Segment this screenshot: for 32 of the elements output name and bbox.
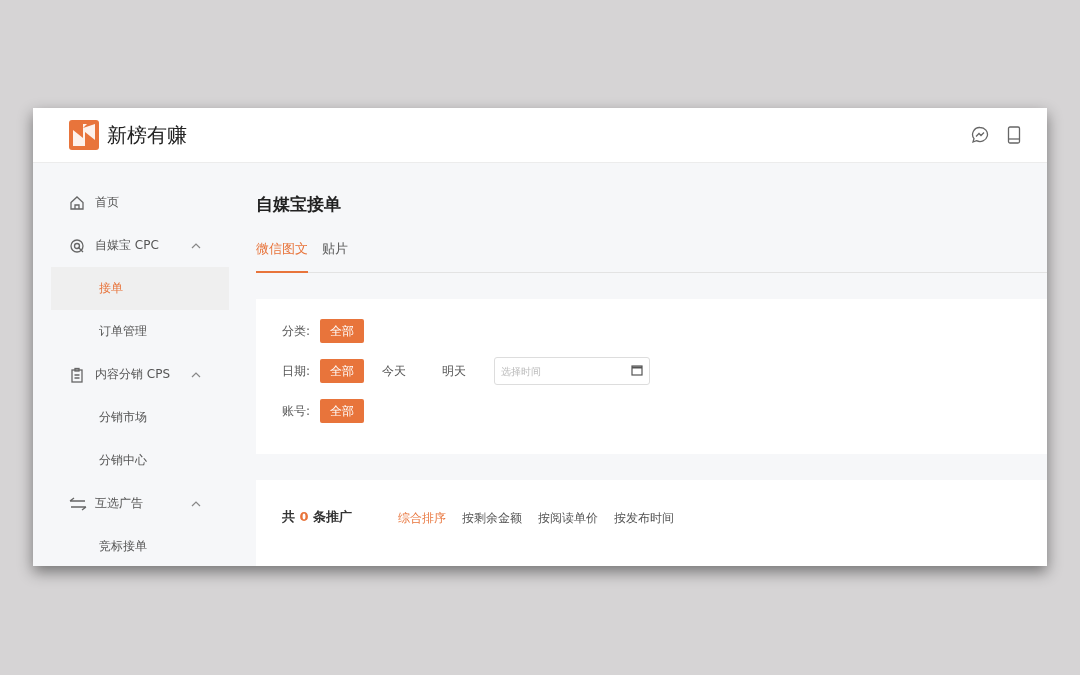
nav-subitem[interactable]: 分销市场: [51, 396, 229, 439]
filter-option[interactable]: 明天: [432, 359, 476, 383]
calendar-icon: [631, 365, 643, 376]
filter-label: 日期:: [282, 362, 312, 380]
brand-name: 新榜有赚: [107, 121, 187, 149]
clipboard-icon: [69, 366, 85, 383]
nav-item[interactable]: 互选广告: [51, 482, 229, 525]
sort-option[interactable]: 按发布时间: [614, 510, 675, 527]
tab[interactable]: 贴片: [322, 240, 348, 273]
swap-arrows-icon: [69, 496, 87, 511]
chevron-up-icon: [191, 242, 201, 249]
logo-icon: [69, 120, 99, 150]
tablet-icon[interactable]: [1007, 126, 1021, 144]
filter-label: 账号:: [282, 402, 312, 420]
chat-bubble-icon[interactable]: [971, 126, 989, 144]
sort-option[interactable]: 按阅读单价: [538, 510, 599, 527]
result-count: 共 0 条推广: [282, 508, 353, 526]
nav-subitem[interactable]: 订单管理: [51, 310, 229, 353]
page-title: 自媒宝接单: [256, 193, 342, 216]
chevron-up-icon: [191, 371, 201, 378]
date-field[interactable]: 选择时间: [494, 357, 650, 385]
home-icon: [69, 194, 85, 211]
nav-subitem[interactable]: 竞标接单: [51, 525, 229, 566]
nav-item[interactable]: 自媒宝 CPC: [51, 224, 229, 267]
nav-subitem[interactable]: 分销中心: [51, 439, 229, 482]
filter-label: 分类:: [282, 322, 312, 340]
nav-item[interactable]: 首页: [51, 181, 229, 224]
target-icon: [69, 237, 85, 254]
chevron-up-icon: [191, 500, 201, 507]
filter-option[interactable]: 今天: [372, 359, 416, 383]
sort-option[interactable]: 按剩余金额: [462, 510, 523, 527]
nav-item[interactable]: 内容分销 CPS: [51, 353, 229, 396]
